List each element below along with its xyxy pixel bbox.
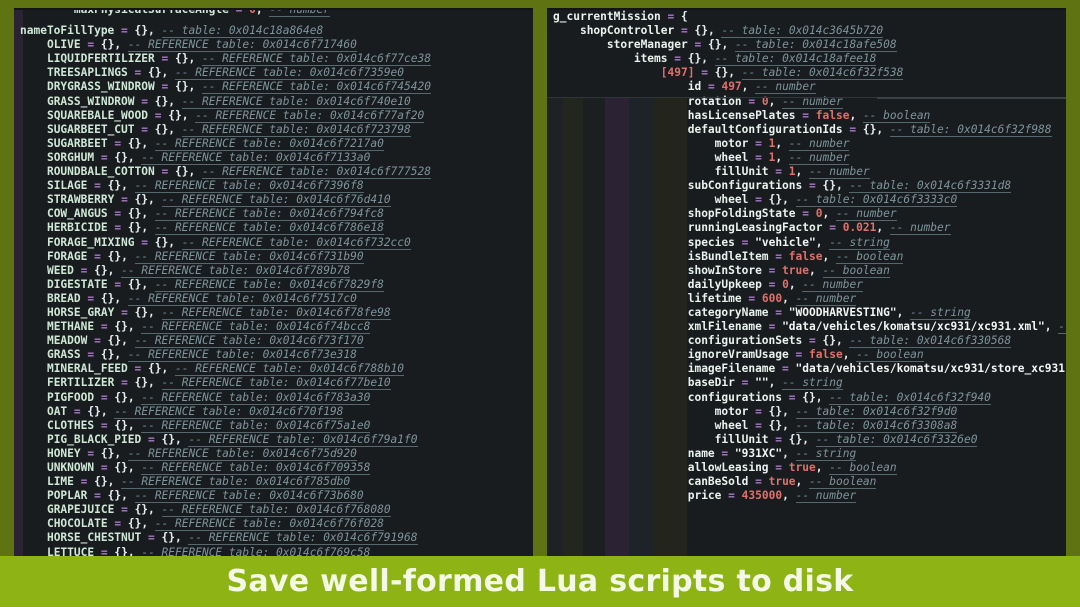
code-line-entry-32: POPLAR = {}, -- REFERENCE table: 0x014c6… [46, 489, 364, 504]
code-line-entry-4: GRASS_WINDROW = {}, -- REFERENCE table: … [46, 94, 411, 109]
code-line-entry-15: FORAGE = {}, -- REFERENCE table: 0x014c6… [46, 249, 364, 264]
code-line-22: xmlFilename = "data/vehicles/komatsu/xc9… [553, 320, 1066, 335]
code-line-25: imageFilename = "data/vehicles/komatsu/x… [687, 362, 1066, 376]
code-line-9: motor = 1, -- number [714, 136, 850, 151]
code-line-entry-16: WEED = {}, -- REFERENCE table: 0x014c6f7… [46, 263, 351, 278]
code-line-entry-31: LIME = {}, -- REFERENCE table: 0x014c6f7… [46, 475, 351, 490]
code-line-entry-34: CHOCOLATE = {}, -- REFERENCE table: 0x01… [46, 517, 384, 532]
code-line-30: fillUnit = {}, -- table: 0x014c6f3326e0 [714, 432, 978, 447]
code-line-20: lifetime = 600, -- number [687, 291, 857, 306]
code-line-0: g_currentMission = { [553, 10, 688, 23]
code-line-entry-6: SUGARBEET_CUT = {}, -- REFERENCE table: … [46, 122, 411, 137]
code-line-entry-17: DIGESTATE = {}, -- REFERENCE table: 0x01… [46, 277, 384, 292]
code-line-entry-30: UNKNOWN = {}, -- REFERENCE table: 0x014c… [46, 461, 371, 475]
code-line-entry-8: SORGHUM = {}, -- REFERENCE table: 0x014c… [46, 150, 371, 165]
left-code-text: maxPhysicalSurfaceAngle = 0, -- number na… [14, 10, 533, 556]
code-line-entry-3: DRYGRASS_WINDROW = {}, -- REFERENCE tabl… [46, 80, 431, 95]
code-line-entry-28: PIG_BLACK_PIED = {}, -- REFERENCE table:… [46, 432, 418, 447]
left-code-pane[interactable]: maxPhysicalSurfaceAngle = 0, -- number na… [14, 8, 533, 556]
code-line-entry-2: TREESAPLINGS = {}, -- REFERENCE table: 0… [46, 66, 405, 81]
code-line-entry-9: ROUNDBALE_COTTON = {}, -- REFERENCE tabl… [46, 165, 431, 180]
code-line-root: nameToFillType = {}, -- table: 0x014c18a… [20, 24, 324, 39]
code-line-28: motor = {}, -- table: 0x014c6f32f9d0 [714, 404, 958, 419]
code-line-11: fillUnit = 1, -- number [714, 165, 870, 180]
code-line-19: dailyUpkeep = 0, -- number [687, 277, 863, 292]
code-line-entry-18: BREAD = {}, -- REFERENCE table: 0x014c6f… [46, 291, 357, 306]
code-line-24: ignoreVramUsage = false, -- boolean [687, 348, 924, 363]
code-line-12: subConfigurations = {}, -- table: 0x014c… [687, 179, 1012, 194]
code-line-entry-22: GRASS = {}, -- REFERENCE table: 0x014c6f… [46, 348, 357, 363]
code-line-7: hasLicensePlates = false, -- boolean [687, 108, 931, 123]
code-line-23: configurationSets = {}, -- table: 0x014c… [687, 334, 1012, 349]
code-line-entry-24: FERTILIZER = {}, -- REFERENCE table: 0x0… [46, 376, 391, 391]
code-line-entry-13: HERBICIDE = {}, -- REFERENCE table: 0x01… [46, 221, 384, 236]
caption-text: Save well-formed Lua scripts to disk [226, 564, 854, 599]
code-line-entry-11: STRAWBERRY = {}, -- REFERENCE table: 0x0… [46, 193, 391, 208]
code-line-entry-26: OAT = {}, -- REFERENCE table: 0x014c6f70… [46, 404, 344, 419]
code-line-27: configurations = {}, -- table: 0x014c6f3… [687, 390, 991, 405]
code-line-15: runningLeasingFactor = 0.021, -- number [687, 221, 951, 236]
code-line-4: [497] = {}, -- table: 0x014c6f32f538 [660, 66, 904, 81]
code-line-entry-19: HORSE_GRAY = {}, -- REFERENCE table: 0x0… [46, 305, 391, 320]
code-line-entry-21: MEADOW = {}, -- REFERENCE table: 0x014c6… [46, 334, 364, 349]
code-line-entry-12: COW_ANGUS = {}, -- REFERENCE table: 0x01… [46, 207, 384, 222]
pane-divider [533, 0, 547, 556]
code-line-5: id = 497, -- number [687, 80, 816, 95]
code-line-1: shopController = {}, -- table: 0x014c364… [579, 24, 884, 39]
code-line-16: species = "vehicle", -- string [687, 235, 890, 250]
code-line-entry-27: CLOTHES = {}, -- REFERENCE table: 0x014c… [46, 418, 371, 433]
code-line-entry-20: METHANE = {}, -- REFERENCE table: 0x014c… [46, 320, 371, 335]
code-line-entry-5: SQUAREBALE_WOOD = {}, -- REFERENCE table… [46, 108, 425, 123]
code-line-clipped: maxPhysicalSurfaceAngle = 0, -- number [20, 10, 330, 17]
code-line-entry-0: OLIVE = {}, -- REFERENCE table: 0x014c6f… [46, 38, 357, 53]
screenshot-root: maxPhysicalSurfaceAngle = 0, -- number na… [0, 0, 1080, 607]
code-line-3: items = {}, -- table: 0x014c18afee18 [633, 52, 877, 67]
code-line-32: allowLeasing = true, -- boolean [687, 461, 897, 475]
render-hairline-bold [877, 97, 1066, 99]
code-line-13: wheel = {}, -- table: 0x014c6f3333c0 [714, 193, 958, 208]
code-line-entry-14: FORAGE_MIXING = {}, -- REFERENCE table: … [46, 235, 411, 250]
code-line-entry-1: LIQUIDFERTILIZER = {}, -- REFERENCE tabl… [46, 52, 431, 67]
code-line-entry-36: LETTUCE = {}, -- REFERENCE table: 0x014c… [20, 545, 533, 556]
right-code-pane[interactable]: g_currentMission = { shopController = {}… [547, 8, 1066, 556]
code-line-31: name = "931XC", -- string [687, 446, 857, 461]
code-line-entry-23: MINERAL_FEED = {}, -- REFERENCE table: 0… [46, 362, 405, 377]
right-code-text: g_currentMission = { shopController = {}… [547, 10, 1066, 504]
code-line-29: wheel = {}, -- table: 0x014c6f3308a8 [714, 418, 958, 433]
code-line-entry-35: HORSE_CHESTNUT = {}, -- REFERENCE table:… [46, 531, 418, 546]
code-line-18: showInStore = true, -- boolean [687, 263, 890, 278]
code-line-26: baseDir = "", -- string [687, 376, 843, 391]
code-line-entry-10: SILAGE = {}, -- REFERENCE table: 0x014c6… [46, 179, 364, 194]
code-line-21: categoryName = "WOODHARVESTING", -- stri… [687, 305, 971, 320]
code-line-entry-7: SUGARBEET = {}, -- REFERENCE table: 0x01… [46, 136, 384, 151]
code-line-8: defaultConfigurationIds = {}, -- table: … [687, 122, 1052, 137]
caption-banner: Save well-formed Lua scripts to disk [0, 556, 1080, 607]
code-line-entry-33: GRAPEJUICE = {}, -- REFERENCE table: 0x0… [46, 503, 391, 518]
code-line-33: canBeSold = true, -- boolean [687, 475, 877, 490]
code-line-34: price = 435000, -- number [687, 489, 857, 504]
code-line-14: shopFoldingState = 0, -- number [687, 207, 897, 222]
code-panes: maxPhysicalSurfaceAngle = 0, -- number na… [0, 0, 1080, 556]
code-line-entry-29: HONEY = {}, -- REFERENCE table: 0x014c6f… [46, 446, 357, 461]
code-line-17: isBundleItem = false, -- boolean [687, 249, 904, 264]
code-line-10: wheel = 1, -- number [714, 150, 850, 165]
code-line-entry-25: PIGFOOD = {}, -- REFERENCE table: 0x014c… [46, 390, 371, 405]
code-line-2: storeManager = {}, -- table: 0x014c18afe… [606, 38, 897, 53]
